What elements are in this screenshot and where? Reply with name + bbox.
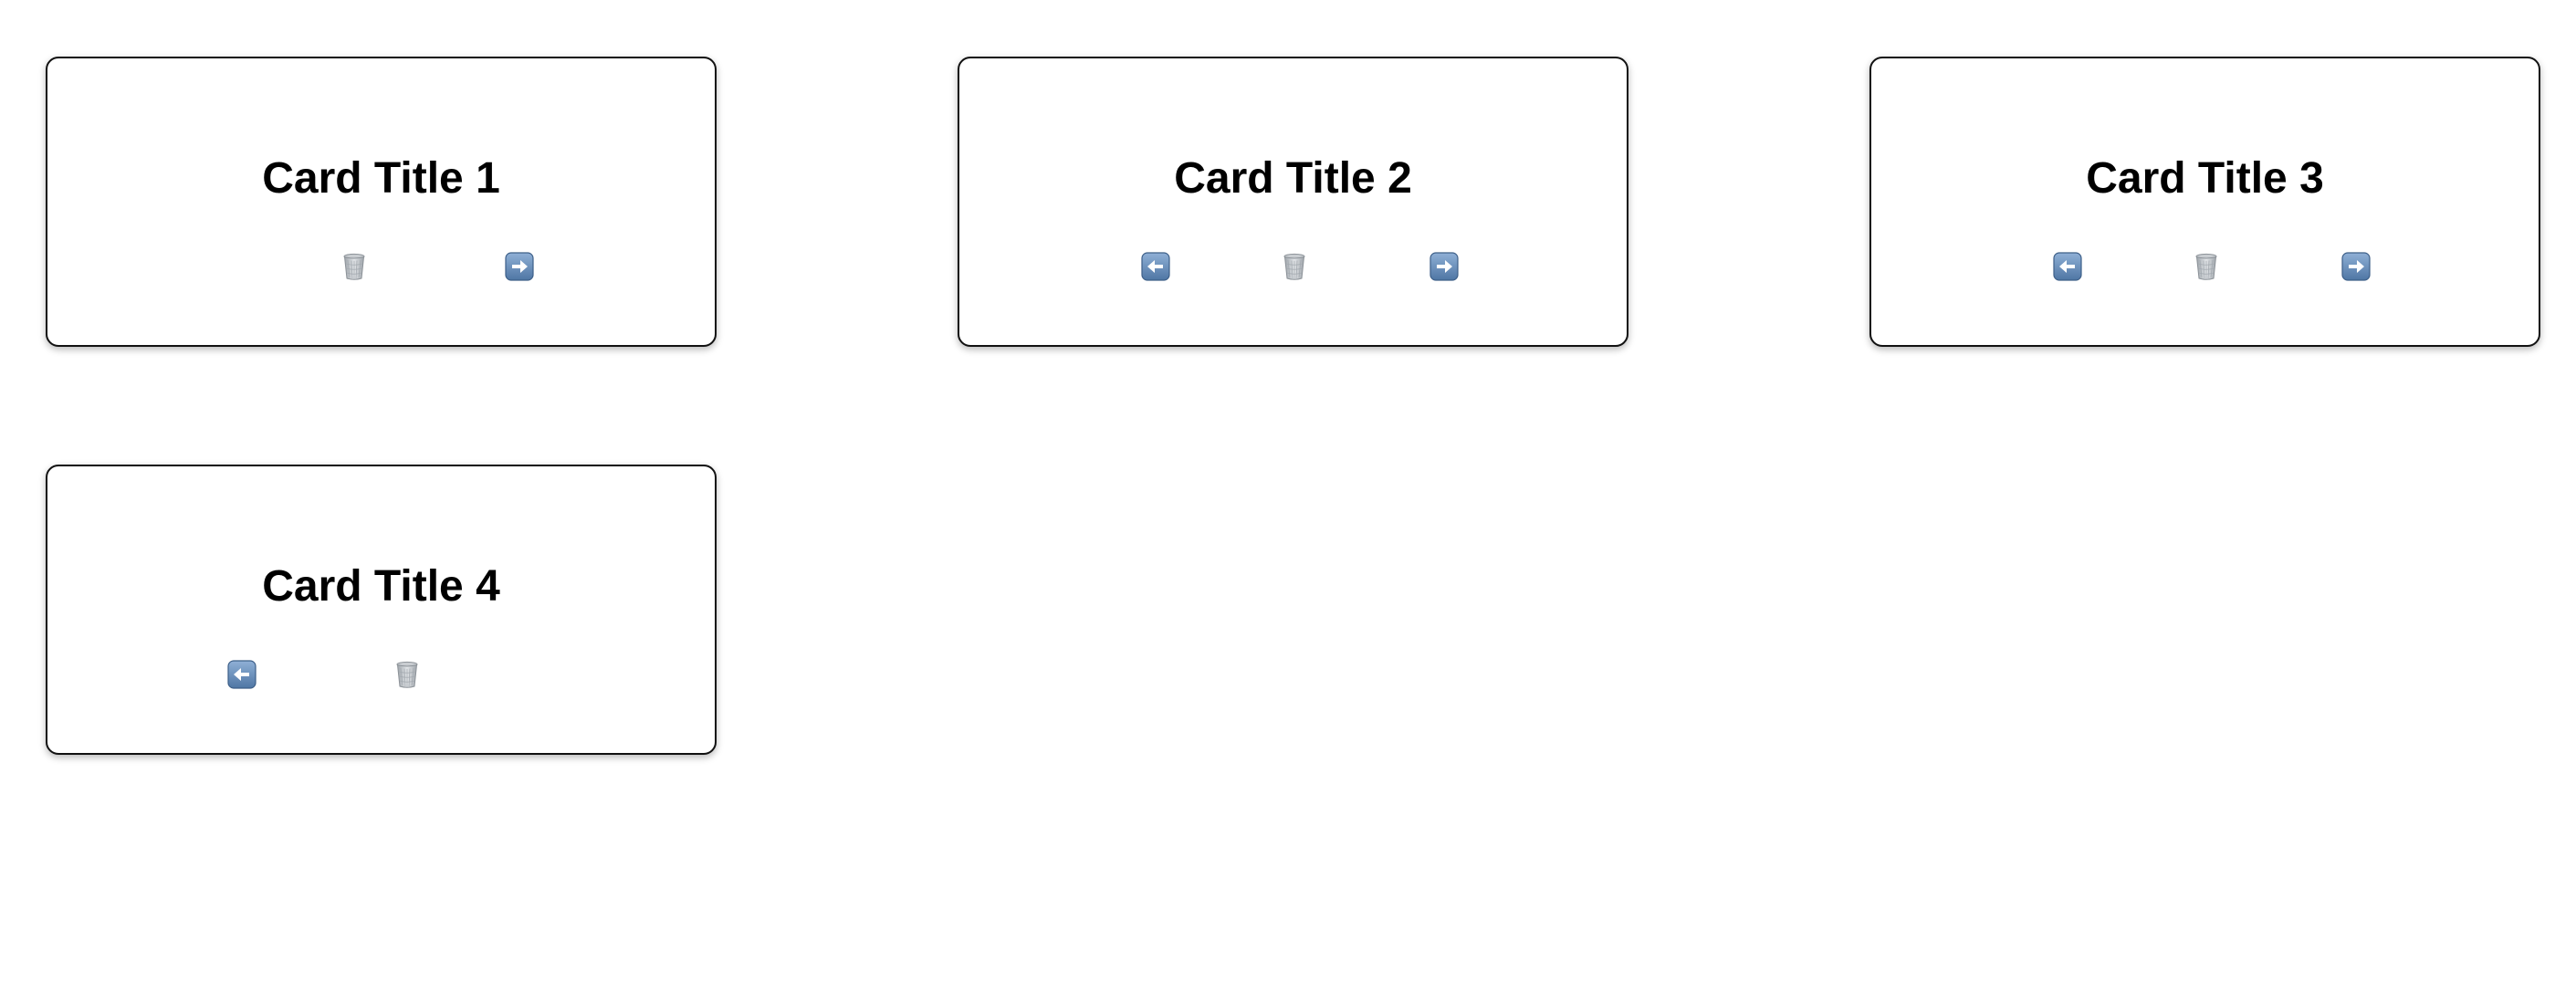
arrow-right-icon — [1429, 252, 1459, 281]
card-2: Card Title 2 — [958, 57, 1628, 347]
card-actions — [1871, 252, 2539, 281]
arrow-right-icon — [505, 252, 534, 281]
card-1: Card Title 1 — [46, 57, 717, 347]
card-actions — [959, 252, 1627, 281]
move-left-button[interactable] — [227, 660, 257, 689]
card-4: Card Title 4 — [46, 465, 717, 755]
delete-button[interactable] — [340, 252, 369, 281]
trash-icon — [393, 660, 422, 689]
card-title: Card Title 3 — [2086, 154, 2324, 203]
move-right-button[interactable] — [1429, 252, 1459, 281]
card-actions — [47, 252, 715, 281]
card-title: Card Title 4 — [262, 562, 500, 611]
card-actions — [47, 660, 715, 689]
move-right-button[interactable] — [2341, 252, 2371, 281]
delete-button[interactable] — [1280, 252, 1309, 281]
arrow-right-icon — [2341, 252, 2371, 281]
move-right-button[interactable] — [505, 252, 534, 281]
card-title: Card Title 2 — [1174, 154, 1412, 203]
arrow-left-icon — [227, 660, 257, 689]
card-title: Card Title 1 — [262, 154, 500, 203]
arrow-left-icon — [2053, 252, 2082, 281]
move-left-button[interactable] — [2053, 252, 2082, 281]
trash-icon — [1280, 252, 1309, 281]
card-board: Card Title 1 Card Title 2 Card Title 3 C… — [0, 0, 2576, 993]
trash-icon — [2192, 252, 2221, 281]
delete-button[interactable] — [393, 660, 422, 689]
trash-icon — [340, 252, 369, 281]
arrow-left-icon — [1141, 252, 1170, 281]
move-left-button[interactable] — [1141, 252, 1170, 281]
delete-button[interactable] — [2192, 252, 2221, 281]
card-3: Card Title 3 — [1869, 57, 2540, 347]
